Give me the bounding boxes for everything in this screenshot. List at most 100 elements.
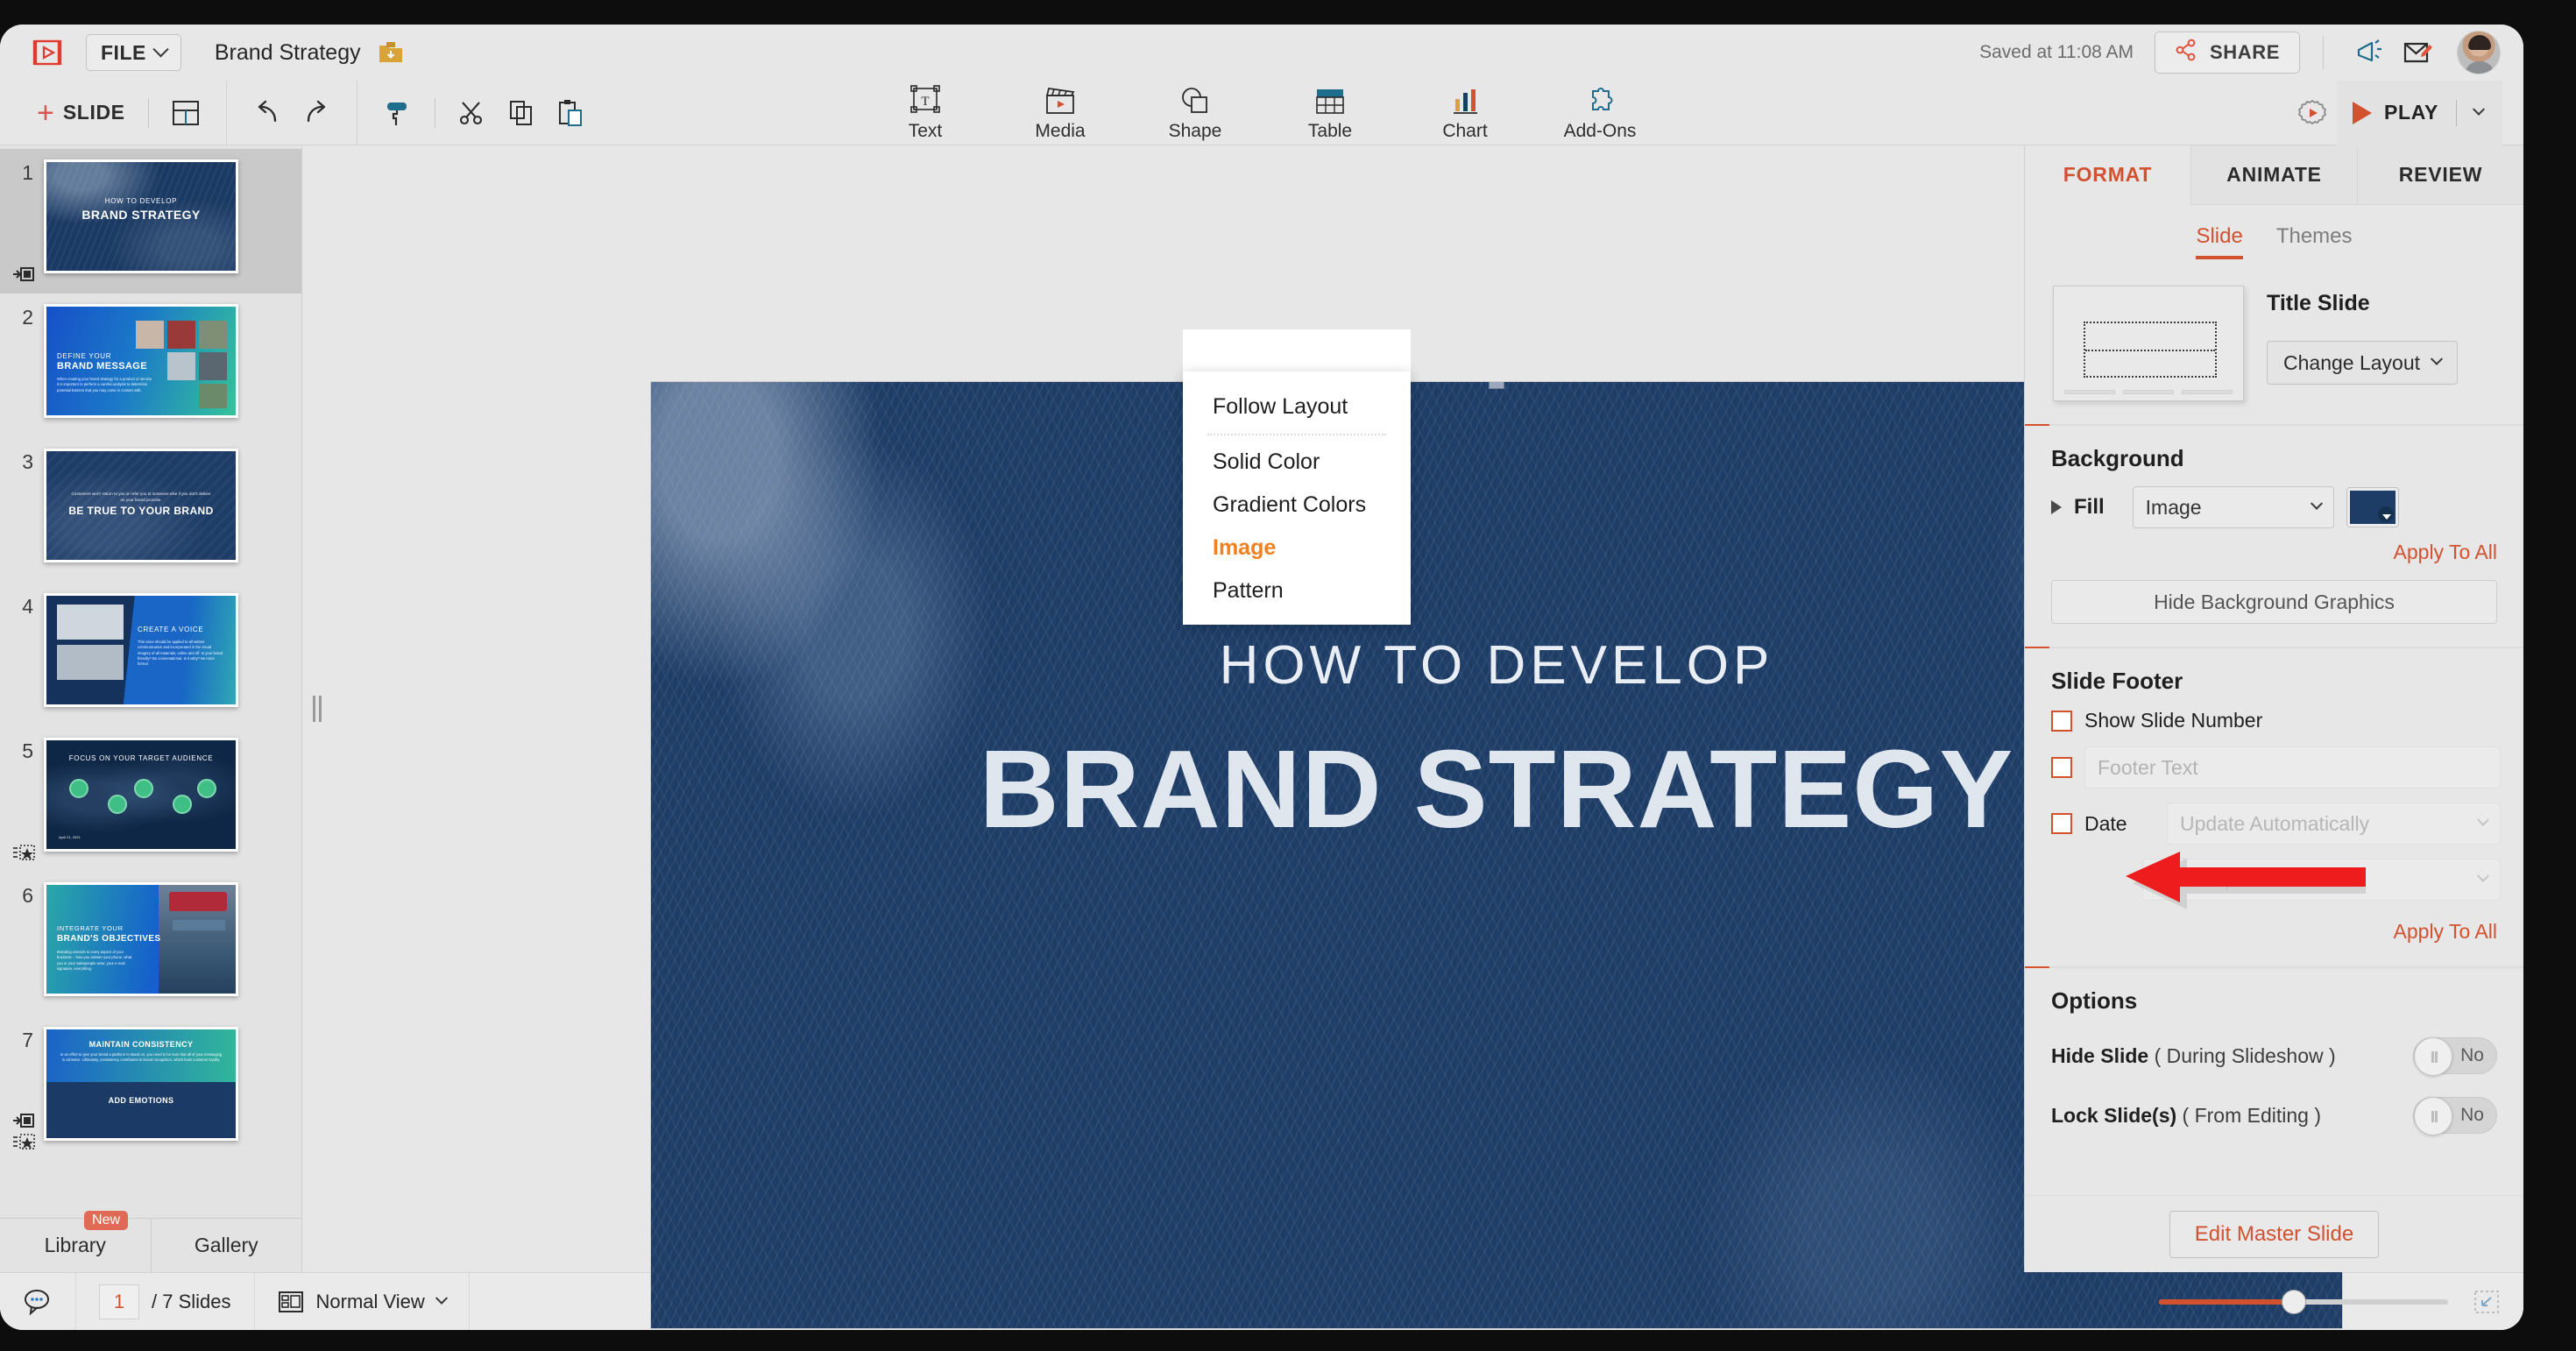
paste-icon[interactable]: [546, 88, 595, 138]
slide-title-text[interactable]: BRAND STRATEGY: [651, 725, 2342, 852]
play-button[interactable]: PLAY: [2336, 80, 2502, 145]
copy-icon[interactable]: [497, 88, 546, 138]
thumb-title: BRAND'S OBJECTIVES: [57, 934, 161, 944]
tab-review[interactable]: REVIEW: [2357, 145, 2523, 205]
slide-thumbnail-image[interactable]: DEFINE YOUR BRAND MESSAGE When creating …: [44, 304, 238, 418]
slide-number: 3: [22, 450, 33, 473]
zoom-slider-fill: [2159, 1298, 2290, 1305]
megaphone-icon[interactable]: [2346, 32, 2394, 74]
edit-master-slide-button[interactable]: Edit Master Slide: [2169, 1210, 2380, 1258]
tab-library[interactable]: New Library: [0, 1211, 152, 1272]
folder-download-icon[interactable]: [379, 41, 403, 64]
slide-thumbnail-image[interactable]: Customers won't return to you or refer y…: [44, 449, 238, 562]
menu-item-pattern[interactable]: Pattern: [1183, 569, 1411, 612]
sub-tab-slide[interactable]: Slide: [2196, 224, 2243, 259]
change-layout-button[interactable]: Change Layout: [2267, 341, 2459, 385]
fill-color-button[interactable]: [2346, 487, 2399, 527]
menu-item-follow-layout[interactable]: Follow Layout: [1183, 385, 1411, 428]
slide-thumbnail-4[interactable]: 4 CREATE A VOICE This voice should be ap…: [0, 583, 301, 727]
slide-number: 1: [22, 161, 33, 184]
slide-thumbnail-6[interactable]: 6 INTEGRATE YOUR BRAND'S OBJECTIVES Bran…: [0, 872, 301, 1016]
zoom-slider-knob[interactable]: [2282, 1289, 2306, 1314]
lock-slide-toggle[interactable]: No: [2413, 1097, 2497, 1135]
current-page-input[interactable]: 1: [99, 1284, 139, 1319]
toolbar-left-group: + SLIDE: [0, 80, 595, 145]
scissors-icon[interactable]: [448, 88, 497, 138]
slide-thumbnail-image[interactable]: FOCUS ON YOUR TARGET AUDIENCE April 21, …: [44, 738, 238, 852]
fill-row: Fill Image: [2025, 472, 2523, 528]
slide-thumbnail-2[interactable]: 2 DEFINE YOUR BRAND MESSAGE When creatin…: [0, 294, 301, 438]
slide-layout-icon[interactable]: [161, 88, 210, 138]
workspace: 1 HOW TO DEVELOP BRAND STRATEGY 2 DEFINE…: [0, 145, 2523, 1328]
layout-preview[interactable]: [2053, 286, 2244, 401]
sub-tab-themes[interactable]: Themes: [2276, 224, 2353, 259]
hide-background-graphics-button[interactable]: Hide Background Graphics: [2051, 580, 2497, 624]
lock-slide-label-group: Lock Slide(s) ( From Editing ): [2051, 1104, 2321, 1128]
lock-slide-paren: ( From Editing ): [2182, 1103, 2322, 1127]
share-nodes-icon: [2175, 39, 2197, 67]
redo-icon[interactable]: [292, 88, 341, 138]
thumb-title: ADD EMOTIONS: [108, 1096, 174, 1105]
document-title[interactable]: Brand Strategy: [215, 40, 361, 66]
menu-item-image[interactable]: Image: [1183, 527, 1411, 569]
insert-text-button[interactable]: T Text: [876, 81, 974, 142]
background-apply-to-all[interactable]: Apply To All: [2025, 528, 2523, 564]
slide-thumbnail-3[interactable]: 3 Customers won't return to you or refer…: [0, 438, 301, 583]
thumb-title: BRAND MESSAGE: [57, 361, 147, 371]
saved-status: Saved at 11:08 AM: [1979, 42, 2134, 62]
share-button[interactable]: SHARE: [2154, 32, 2300, 74]
thumb-body: April 21, 2021: [59, 835, 81, 839]
slide-subtitle-text[interactable]: HOW TO DEVELOP: [651, 634, 2342, 697]
slide-number: 2: [22, 306, 33, 329]
insert-media-button[interactable]: Media: [1011, 81, 1109, 142]
file-menu-button[interactable]: FILE: [86, 34, 181, 71]
undo-icon[interactable]: [243, 88, 292, 138]
slide-resize-handle[interactable]: [1489, 382, 1504, 389]
toolbar-right-group: PLAY: [2288, 80, 2523, 145]
menu-item-gradient-colors[interactable]: Gradient Colors: [1183, 484, 1411, 527]
add-slide-button[interactable]: + SLIDE: [26, 98, 136, 128]
transition-icon: [12, 1112, 35, 1129]
slide-thumbnail-image[interactable]: CREATE A VOICE This voice should be appl…: [44, 593, 238, 707]
tab-gallery[interactable]: Gallery: [152, 1219, 302, 1272]
insert-shape-button[interactable]: Shape: [1146, 81, 1244, 142]
gear-icon[interactable]: [2288, 88, 2337, 138]
zoom-slider[interactable]: [2159, 1289, 2448, 1314]
section-divider: [2025, 966, 2523, 968]
insert-text-label: Text: [908, 121, 943, 141]
thumb-subtitle: FOCUS ON YOUR TARGET AUDIENCE: [68, 754, 214, 762]
slide-number: 7: [22, 1029, 33, 1051]
compose-mail-icon[interactable]: [2394, 32, 2441, 74]
layout-placeholder-box: [2084, 322, 2217, 378]
chevron-down-icon: [2430, 352, 2444, 365]
view-mode-label: Normal View: [315, 1290, 425, 1312]
expand-triangle-icon[interactable]: [2051, 500, 2062, 514]
panel-tabs: FORMAT ANIMATE REVIEW: [2025, 145, 2523, 205]
toggle-knob: [2414, 1037, 2452, 1076]
slide-thumbnail-1[interactable]: 1 HOW TO DEVELOP BRAND STRATEGY: [0, 149, 301, 294]
tab-library-label: Library: [44, 1234, 106, 1256]
add-ons-button[interactable]: Add-Ons: [1551, 81, 1649, 142]
panel-collapse-handle[interactable]: [311, 694, 323, 724]
slide-thumbnail-image[interactable]: HOW TO DEVELOP BRAND STRATEGY: [44, 159, 238, 273]
avatar[interactable]: [2457, 31, 2501, 74]
slide-thumbnail-5[interactable]: 5 FOCUS ON YOUR TARGET AUDIENCE April 21…: [0, 727, 301, 872]
paint-roller-icon[interactable]: [373, 88, 422, 138]
chevron-down-icon[interactable]: [2472, 103, 2486, 116]
slide-thumbnail-image[interactable]: MAINTAIN CONSISTENCY In an effort to giv…: [44, 1027, 238, 1141]
chevron-down-icon: [2476, 869, 2490, 882]
view-mode-selector[interactable]: Normal View: [255, 1272, 470, 1330]
insert-chart-button[interactable]: Chart: [1416, 81, 1514, 142]
tab-animate[interactable]: ANIMATE: [2190, 145, 2357, 205]
hide-slide-toggle[interactable]: No: [2413, 1037, 2497, 1076]
insert-table-button[interactable]: Table: [1281, 81, 1379, 142]
slide-thumbnail-7[interactable]: 7 MAINTAIN CONSISTENCY In an effort to g…: [0, 1016, 301, 1161]
presentation-logo-icon[interactable]: [32, 37, 63, 68]
menu-item-solid-color[interactable]: Solid Color: [1183, 441, 1411, 484]
tab-format[interactable]: FORMAT: [2025, 145, 2190, 205]
layout-section: Title Slide Change Layout: [2025, 266, 2523, 401]
comments-button[interactable]: [0, 1272, 76, 1330]
fill-type-select[interactable]: Image: [2132, 486, 2334, 528]
layout-info: Title Slide Change Layout: [2267, 286, 2459, 385]
slide-thumbnail-image[interactable]: INTEGRATE YOUR BRAND'S OBJECTIVES Brandi…: [44, 882, 238, 996]
